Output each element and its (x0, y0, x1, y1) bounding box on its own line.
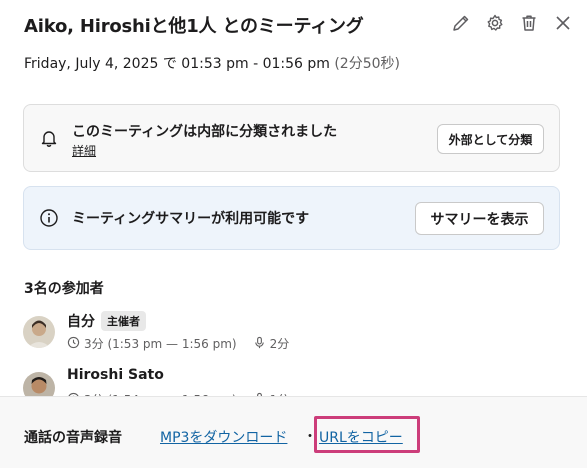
participant-name-text: 自分 (67, 314, 95, 330)
summary-message: ミーティングサマリーが利用可能です (72, 211, 310, 227)
recording-footer: 通話の音声録音 MP3をダウンロード ・ URLをコピー (0, 396, 587, 468)
modal-header: Aiko, Hiroshiと他1人 とのミーティング (24, 10, 575, 40)
speaking-time: 2分 (269, 337, 290, 351)
participant-name-text: Hiroshi Sato (67, 367, 164, 383)
view-summary-button[interactable]: サマリーを表示 (415, 202, 544, 235)
participant-meta: 3分 (1:53 pm — 1:56 pm) 2分 (67, 335, 289, 352)
highlight-box (314, 416, 420, 453)
duration-text: (2分50秒) (334, 56, 400, 72)
header-actions (449, 10, 575, 36)
organizer-badge: 主催者 (101, 311, 146, 331)
classify-external-button[interactable]: 外部として分類 (437, 124, 544, 154)
meeting-datetime: Friday, July 4, 2025 で 01:53 pm - 01:56 … (24, 53, 400, 73)
participants-heading: 3名の参加者 (24, 281, 104, 297)
info-icon (39, 208, 59, 228)
classification-message: このミーティングは内部に分類されました (72, 124, 338, 140)
download-mp3-link[interactable]: MP3をダウンロード (160, 427, 287, 447)
close-icon[interactable] (551, 10, 575, 36)
recording-label: 通話の音声録音 (24, 430, 122, 446)
attendance-time: 3分 (1:53 pm — 1:56 pm) (84, 337, 237, 351)
meeting-title: Aiko, Hiroshiと他1人 とのミーティング (24, 16, 364, 37)
trash-icon[interactable] (517, 10, 541, 36)
pencil-icon[interactable] (449, 10, 473, 36)
gear-icon[interactable] (483, 10, 507, 36)
summary-card: ミーティングサマリーが利用可能です サマリーを表示 (23, 186, 560, 250)
participant-name: Hiroshi Sato (67, 367, 164, 383)
clock-icon (67, 336, 80, 352)
participant-name: 自分 主催者 (67, 311, 146, 331)
details-link[interactable]: 詳細 (72, 142, 96, 159)
avatar (23, 316, 55, 348)
microphone-icon (253, 336, 266, 352)
datetime-text: Friday, July 4, 2025 で 01:53 pm - 01:56 … (24, 56, 330, 72)
classification-card: このミーティングは内部に分類されました 詳細 外部として分類 (23, 104, 560, 172)
participant-row: 自分 主催者 3分 (1:53 pm — 1:56 pm) 2分 (23, 311, 423, 351)
bell-icon (39, 128, 59, 148)
